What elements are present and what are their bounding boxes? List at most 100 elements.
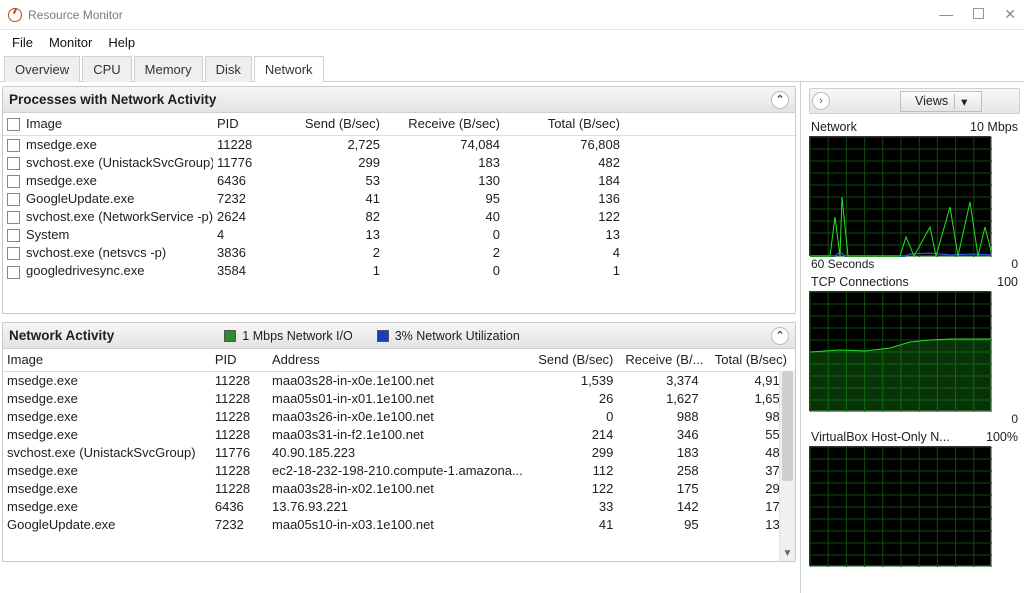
col-total[interactable]: Total (B/sec) <box>707 349 795 371</box>
cell-recv: 346 <box>621 426 706 444</box>
col-pid[interactable]: PID <box>211 349 268 371</box>
close-button[interactable]: ✕ <box>1004 6 1016 23</box>
graph-scale: 100 <box>997 275 1018 289</box>
cell-pid: 11228 <box>211 390 268 408</box>
cell-total: 1 <box>508 262 628 280</box>
scrollbar[interactable]: ▲ ▼ <box>779 371 795 561</box>
menu-file[interactable]: File <box>6 33 39 52</box>
cell-image: svchost.exe (UnistackSvcGroup) <box>3 444 211 462</box>
cell-image: msedge.exe <box>3 480 211 498</box>
cell-send: 13 <box>268 226 388 244</box>
cell-recv: 3,374 <box>621 371 706 390</box>
cell-send: 122 <box>533 480 621 498</box>
graph-title: VirtualBox Host-Only N... <box>811 430 950 444</box>
panel-title: Network Activity <box>9 328 114 343</box>
scroll-thumb[interactable] <box>782 371 793 481</box>
cell-image: googledrivesync.exe <box>3 262 213 280</box>
cell-send: 299 <box>268 154 388 172</box>
window-controls: — ✕ <box>939 6 1016 23</box>
views-toolbar: › Views▾ <box>809 88 1020 114</box>
table-row[interactable]: svchost.exe (NetworkService -p)262482401… <box>3 208 795 226</box>
cell-recv: 258 <box>621 462 706 480</box>
cell-send: 82 <box>268 208 388 226</box>
cell-send: 2,725 <box>268 135 388 154</box>
tab-disk[interactable]: Disk <box>205 56 252 82</box>
table-row[interactable]: svchost.exe (UnistackSvcGroup)1177640.90… <box>3 444 795 462</box>
cell-pid: 4 <box>213 226 268 244</box>
cell-recv: 1,627 <box>621 390 706 408</box>
cell-image: msedge.exe <box>3 390 211 408</box>
table-row[interactable]: svchost.exe (netsvcs -p)3836224 <box>3 244 795 262</box>
graph-footer-left: 60 Seconds <box>811 257 874 271</box>
cell-address: 40.90.185.223 <box>268 444 533 462</box>
tab-network[interactable]: Network <box>254 56 324 82</box>
cell-image: msedge.exe <box>3 408 211 426</box>
table-row[interactable]: msedge.exe11228maa03s28-in-x0e.1e100.net… <box>3 371 795 390</box>
cell-image: System <box>3 226 213 244</box>
table-row[interactable]: svchost.exe (UnistackSvcGroup)1177629918… <box>3 154 795 172</box>
maximize-button[interactable] <box>973 6 984 23</box>
table-row[interactable]: msedge.exe11228maa03s28-in-x02.1e100.net… <box>3 480 795 498</box>
tab-cpu[interactable]: CPU <box>82 56 131 82</box>
menu-help[interactable]: Help <box>102 33 141 52</box>
table-row[interactable]: msedge.exe11228maa03s31-in-f2.1e100.net2… <box>3 426 795 444</box>
cell-address: maa05s01-in-x01.1e100.net <box>268 390 533 408</box>
collapse-button[interactable]: ⌃ <box>771 91 789 109</box>
cell-send: 2 <box>268 244 388 262</box>
graph-footer-right: 0 <box>1011 412 1018 426</box>
table-row[interactable]: msedge.exe643653130184 <box>3 172 795 190</box>
cell-pid: 3584 <box>213 262 268 280</box>
table-row[interactable]: msedge.exe112282,72574,08476,808 <box>3 135 795 154</box>
table-row[interactable]: msedge.exe643613.76.93.22133142175 <box>3 498 795 516</box>
app-icon <box>8 8 22 22</box>
cell-recv: 183 <box>388 154 508 172</box>
cell-send: 214 <box>533 426 621 444</box>
window-title: Resource Monitor <box>28 8 123 22</box>
cell-pid: 11776 <box>213 154 268 172</box>
graph-title: TCP Connections <box>811 275 909 289</box>
cell-recv: 0 <box>388 226 508 244</box>
tab-overview[interactable]: Overview <box>4 56 80 82</box>
col-recv[interactable]: Receive (B/sec) <box>388 113 508 135</box>
table-row[interactable]: System413013 <box>3 226 795 244</box>
col-image[interactable]: Image <box>3 113 213 135</box>
cell-pid: 2624 <box>213 208 268 226</box>
tab-memory[interactable]: Memory <box>134 56 203 82</box>
table-row[interactable]: googledrivesync.exe3584101 <box>3 262 795 280</box>
menu-monitor[interactable]: Monitor <box>43 33 98 52</box>
views-button[interactable]: Views▾ <box>900 91 982 112</box>
table-row[interactable]: msedge.exe11228maa03s26-in-x0e.1e100.net… <box>3 408 795 426</box>
graph-scale: 10 Mbps <box>970 120 1018 134</box>
cell-image: GoogleUpdate.exe <box>3 190 213 208</box>
col-recv[interactable]: Receive (B/... <box>621 349 706 371</box>
col-total[interactable]: Total (B/sec) <box>508 113 628 135</box>
cell-send: 299 <box>533 444 621 462</box>
table-row[interactable]: GoogleUpdate.exe72324195136 <box>3 190 795 208</box>
io-indicator: 1 Mbps Network I/O <box>224 329 352 343</box>
cell-send: 1 <box>268 262 388 280</box>
col-send[interactable]: Send (B/sec) <box>268 113 388 135</box>
table-row[interactable]: msedge.exe11228ec2-18-232-198-210.comput… <box>3 462 795 480</box>
cell-recv: 988 <box>621 408 706 426</box>
cell-recv: 130 <box>388 172 508 190</box>
col-pid[interactable]: PID <box>213 113 268 135</box>
col-address[interactable]: Address <box>268 349 533 371</box>
scroll-down-icon[interactable]: ▼ <box>780 545 795 561</box>
cell-recv: 183 <box>621 444 706 462</box>
graph-scale: 100% <box>986 430 1018 444</box>
minimize-button[interactable]: — <box>939 6 953 23</box>
utilization-indicator: 3% Network Utilization <box>377 329 520 343</box>
cell-recv: 95 <box>621 516 706 534</box>
col-image[interactable]: Image <box>3 349 211 371</box>
cell-pid: 11228 <box>211 408 268 426</box>
table-row[interactable]: msedge.exe11228maa05s01-in-x01.1e100.net… <box>3 390 795 408</box>
table-row[interactable]: GoogleUpdate.exe7232maa05s10-in-x03.1e10… <box>3 516 795 534</box>
network-activity-table[interactable]: Image PID Address Send (B/sec) Receive (… <box>3 349 795 534</box>
expand-right-icon[interactable]: › <box>812 92 830 110</box>
cell-total: 122 <box>508 208 628 226</box>
cell-send: 26 <box>533 390 621 408</box>
cell-total: 76,808 <box>508 135 628 154</box>
processes-table[interactable]: Image PID Send (B/sec) Receive (B/sec) T… <box>3 113 795 280</box>
col-send[interactable]: Send (B/sec) <box>533 349 621 371</box>
collapse-button[interactable]: ⌃ <box>771 327 789 345</box>
